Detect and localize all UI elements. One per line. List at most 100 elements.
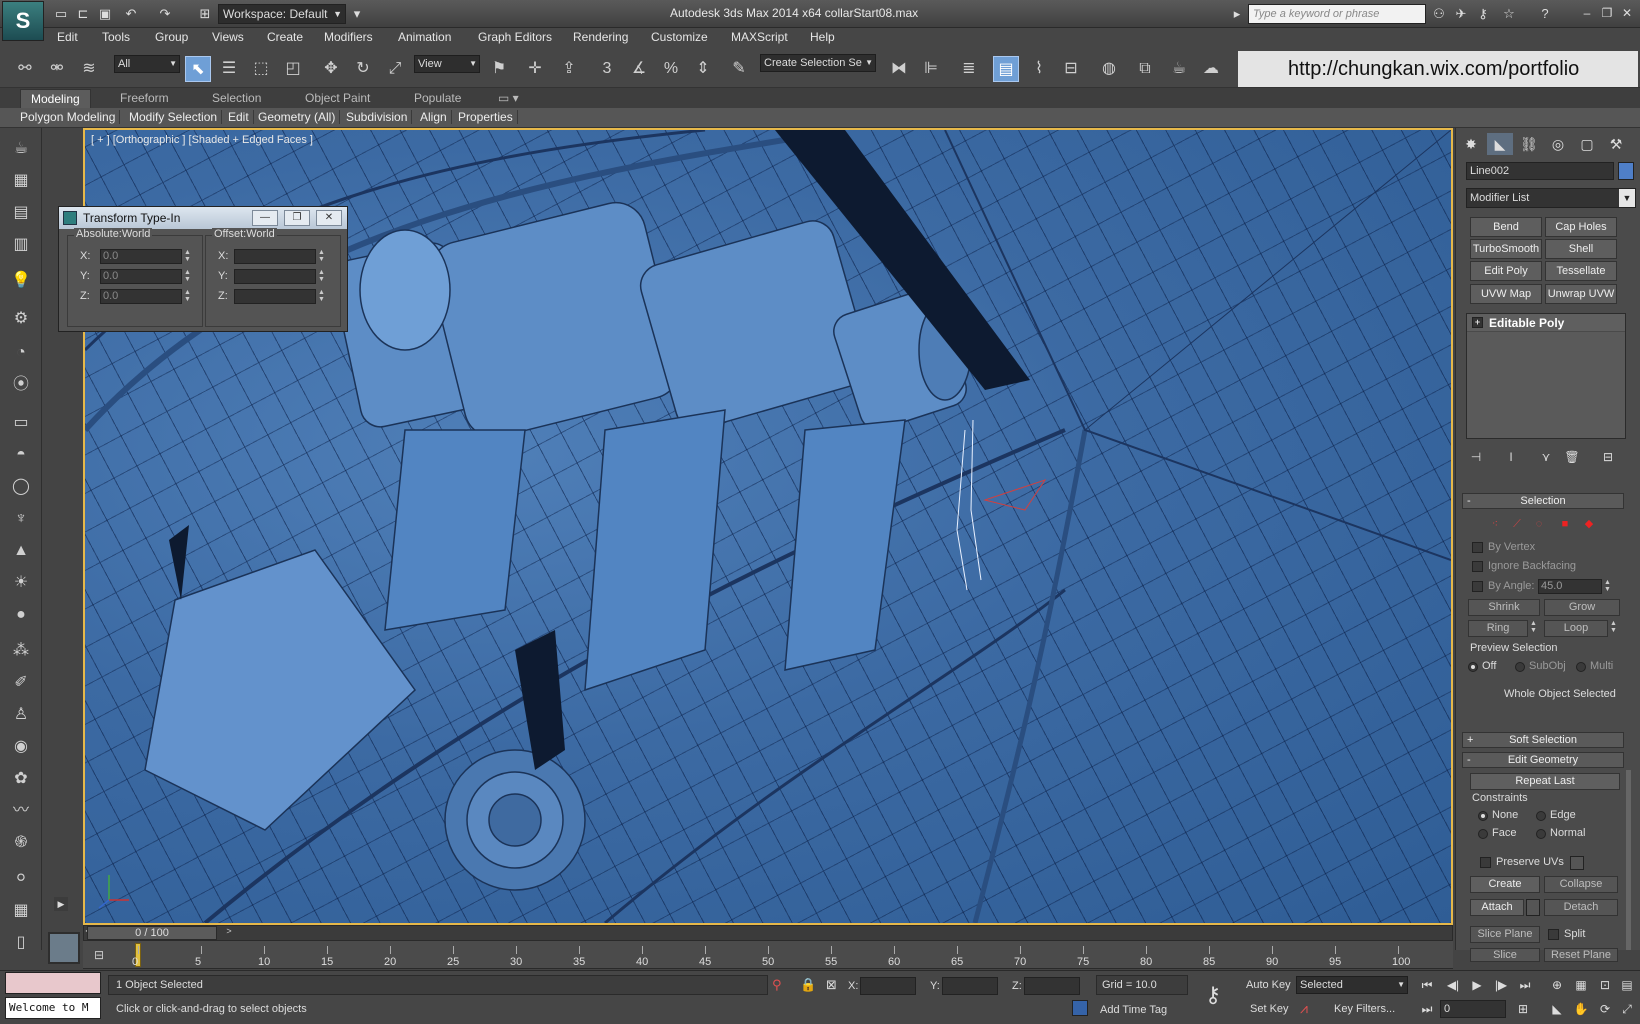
angle-snap-icon[interactable]: ∡	[626, 56, 652, 82]
previous-frame-icon[interactable]: ◀|	[1442, 976, 1464, 994]
keyboard-shortcut-override-icon[interactable]: ⇪	[556, 56, 582, 82]
menu-help[interactable]: Help	[810, 30, 835, 44]
preview-multi-radio[interactable]	[1576, 662, 1586, 672]
maximize-viewport-icon[interactable]: ⤢	[1616, 1000, 1638, 1018]
ribbon-panel-align[interactable]: Align	[416, 110, 452, 124]
viewport-label[interactable]: [ + ] [Orthographic ] [Shaded + Edged Fa…	[91, 134, 313, 146]
pin-stack-icon[interactable]: ⊣	[1468, 450, 1484, 466]
slice-plane-button[interactable]: Slice Plane	[1470, 926, 1540, 943]
current-frame-field[interactable]: 0	[1440, 1000, 1506, 1018]
menu-group[interactable]: Group	[155, 30, 188, 44]
ignore-backfacing-checkbox[interactable]	[1472, 561, 1483, 572]
slice-button[interactable]: Slice	[1470, 948, 1540, 962]
maximize-icon[interactable]: ❐	[1598, 4, 1616, 22]
track-bar-menu-icon[interactable]: ⊟	[94, 948, 114, 964]
absolute-mode-icon[interactable]: ⊠	[826, 977, 837, 993]
create-button[interactable]: Create	[1470, 876, 1540, 893]
help-icon[interactable]: ?	[1536, 5, 1554, 23]
layer-manager-icon[interactable]: ≣	[956, 56, 982, 82]
shrink-button[interactable]: Shrink	[1468, 599, 1540, 616]
render-production-icon[interactable]: ☁	[1198, 56, 1224, 82]
key-mode-dropdown[interactable]: Selected ▼	[1296, 976, 1408, 994]
grass-icon[interactable]: ♆	[8, 506, 34, 532]
object-name-field[interactable]: Line002	[1466, 162, 1614, 180]
maxscript-listener-output[interactable]: Welcome to M	[5, 997, 101, 1019]
zoom-extents-icon[interactable]: ⊡	[1594, 976, 1616, 994]
shell-icon[interactable]: ֍	[8, 830, 34, 856]
preview-subobj-radio[interactable]	[1515, 662, 1525, 672]
selection-filter-dropdown[interactable]: All ▼	[114, 55, 180, 73]
ribbon-panel-modify-selection[interactable]: Modify Selection	[125, 110, 223, 124]
set-key-key-icon[interactable]: ⚷	[1205, 982, 1221, 1008]
modifier-bend-button[interactable]: Bend	[1470, 217, 1542, 237]
plane-icon[interactable]: ▭	[8, 410, 34, 436]
preview-off-radio[interactable]	[1468, 662, 1478, 672]
bind-space-warp-icon[interactable]: ≋	[76, 56, 102, 82]
auto-key-button[interactable]: Auto Key	[1246, 979, 1291, 991]
grow-button[interactable]: Grow	[1544, 599, 1620, 616]
teapot-icon[interactable]: ☕	[8, 136, 34, 162]
off-y-spinner[interactable]: ▲ ▼	[318, 269, 326, 284]
script-icon[interactable]: ▯	[8, 930, 34, 956]
collapse-button[interactable]: Collapse	[1544, 876, 1618, 893]
constraint-face-radio[interactable]	[1478, 829, 1488, 839]
edit-geometry-rollout-header[interactable]: - Edit Geometry	[1462, 752, 1624, 768]
dialog-minimize-icon[interactable]: —	[252, 210, 278, 226]
loop-spinner[interactable]: ▲ ▼	[1610, 620, 1618, 635]
ribbon-tab-populate[interactable]: Populate	[404, 89, 471, 108]
biped-icon[interactable]: ♙	[8, 702, 34, 728]
motion-tab-icon[interactable]: ◎	[1545, 133, 1571, 155]
by-angle-checkbox[interactable]	[1472, 581, 1483, 592]
mirror-icon[interactable]: ⧓	[886, 56, 912, 82]
go-to-end-icon[interactable]: ⏭	[1514, 976, 1536, 994]
abs-y-spinner[interactable]: ▲ ▼	[184, 269, 192, 284]
coord-x-field[interactable]	[860, 977, 916, 995]
menu-graph-editors[interactable]: Graph Editors	[478, 30, 552, 44]
communication-center-icon[interactable]: ✈	[1452, 5, 1470, 23]
modifier-list-dropdown[interactable]: Modifier List ▼	[1466, 188, 1636, 208]
coord-y-field[interactable]	[942, 977, 998, 995]
reset-plane-button[interactable]: Reset Plane	[1544, 948, 1618, 962]
element-mode-icon[interactable]: ◆	[1582, 517, 1596, 531]
align-icon[interactable]: ⊫	[918, 56, 944, 82]
soft-selection-rollout-header[interactable]: + Soft Selection	[1462, 732, 1624, 748]
ribbon-options-icon[interactable]: ▭ ▾	[488, 89, 529, 108]
stack-expand-icon[interactable]: +	[1472, 317, 1483, 328]
window-crossing-icon[interactable]: ◰	[280, 56, 306, 82]
loop-button[interactable]: Loop	[1544, 620, 1608, 637]
favorites-star-icon[interactable]: ☆	[1500, 5, 1518, 23]
hemisphere-icon[interactable]: ◓	[8, 442, 34, 468]
ring-spinner[interactable]: ▲ ▼	[1530, 620, 1538, 635]
object-color-swatch[interactable]	[1618, 162, 1634, 180]
project-folder-icon[interactable]: ⊞	[196, 5, 214, 23]
app-logo-icon[interactable]: S	[2, 1, 44, 41]
menu-customize[interactable]: Customize	[651, 30, 708, 44]
key-filters-button[interactable]: Key Filters...	[1334, 1003, 1395, 1015]
next-frame-icon[interactable]: |▶	[1490, 976, 1512, 994]
split-checkbox[interactable]	[1548, 929, 1559, 940]
stack-item-editable-poly[interactable]: + Editable Poly	[1467, 314, 1625, 332]
select-manipulate-icon[interactable]: ✛	[522, 56, 548, 82]
spinner-snap-icon[interactable]: ⇕	[690, 56, 716, 82]
undo-icon[interactable]: ↶	[122, 5, 140, 23]
hierarchy-tab-icon[interactable]: ⛓	[1516, 133, 1542, 155]
unlink-selection-icon[interactable]: ⚮	[44, 56, 70, 82]
ribbon-tab-freeform[interactable]: Freeform	[110, 89, 179, 108]
abs-y-field[interactable]: 0.0	[100, 269, 182, 284]
dialog-close-icon[interactable]: ✕	[316, 210, 342, 226]
open-file-icon[interactable]: ⊏	[74, 5, 92, 23]
selection-rollout-header[interactable]: - Selection	[1462, 493, 1624, 509]
percent-snap-icon[interactable]: %	[658, 56, 684, 82]
ribbon-tab-modeling[interactable]: Modeling	[20, 89, 91, 108]
particles-icon[interactable]: ⁂	[8, 638, 34, 664]
vertex-mode-icon[interactable]: ⁖	[1488, 517, 1502, 531]
go-to-start-icon[interactable]: ⏮	[1416, 976, 1438, 994]
time-configuration-icon[interactable]: ⊞	[1512, 1000, 1534, 1018]
play-icon[interactable]: ▶	[1466, 976, 1488, 994]
pan-view-icon[interactable]: ✋	[1570, 1000, 1592, 1018]
rectangular-selection-icon[interactable]: ⬚	[248, 56, 274, 82]
material-sphere-icon[interactable]: ⚪	[8, 866, 34, 892]
repeat-last-button[interactable]: Repeat Last	[1470, 773, 1620, 790]
abs-x-field[interactable]: 0.0	[100, 249, 182, 264]
time-slider-thumb[interactable]: 0 / 100	[87, 926, 217, 940]
